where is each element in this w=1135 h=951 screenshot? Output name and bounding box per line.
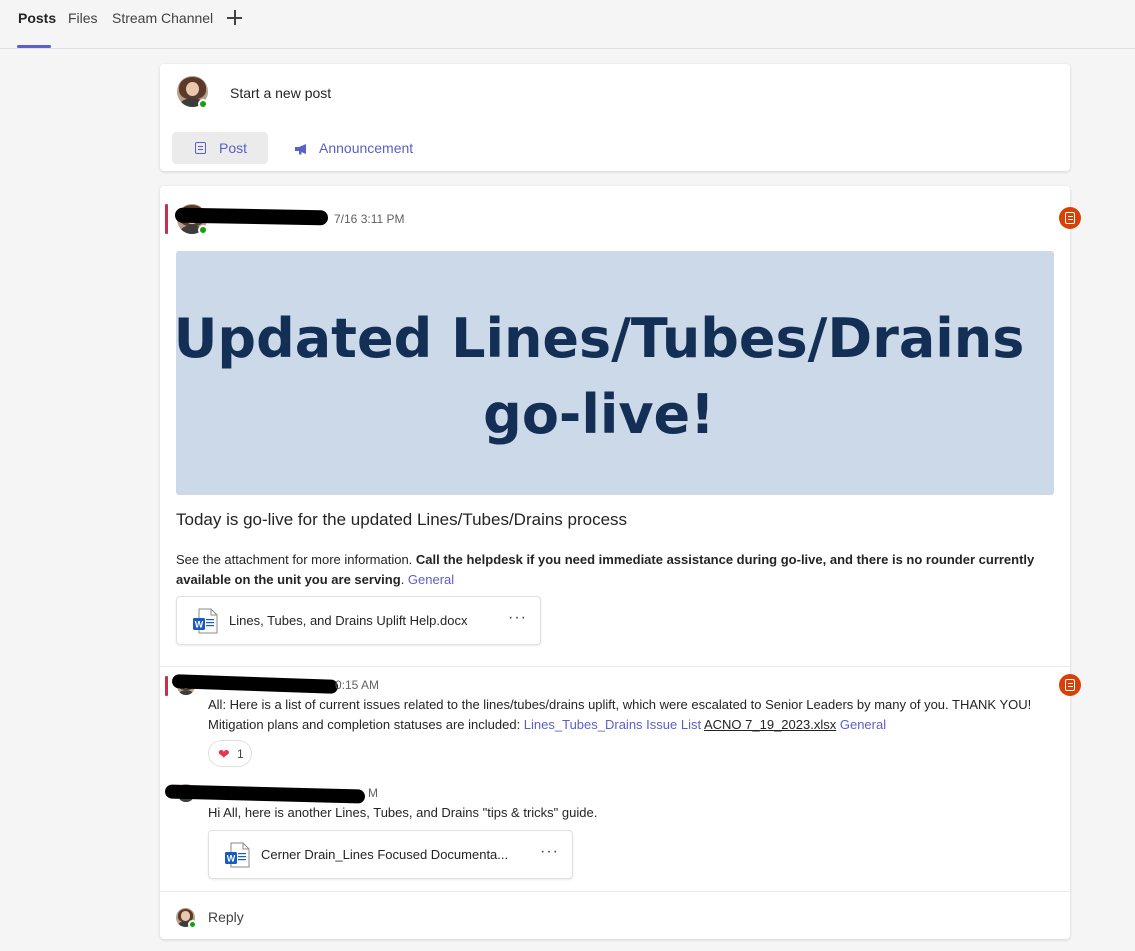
redacted-author-name (164, 784, 366, 804)
active-tab-indicator (17, 45, 51, 48)
tab-stream-channel[interactable]: Stream Channel (112, 10, 213, 26)
post-body-intro: See the attachment for more information. (176, 552, 416, 567)
presence-available-icon (198, 225, 208, 235)
redacted-author-name (171, 674, 339, 694)
channel-tag-general[interactable]: General (840, 717, 886, 732)
post-button[interactable]: Post (172, 132, 268, 164)
word-file-icon: W (193, 608, 218, 634)
tab-files[interactable]: Files (68, 10, 98, 26)
heart-reaction-button[interactable]: ❤ 1 (208, 740, 252, 767)
important-message-icon[interactable] (1059, 674, 1081, 696)
svg-text:W: W (227, 854, 236, 864)
new-post-card: Start a new post Post Announcement (160, 64, 1070, 171)
file-link-acno[interactable]: ACNO 7_19_2023.xlsx (704, 717, 836, 732)
post-subject: Today is go-live for the updated Lines/T… (176, 510, 628, 529)
reaction-count: 1 (237, 747, 244, 761)
reply-timestamp: 0:15 AM (335, 678, 380, 692)
channel-tag-general[interactable]: General (408, 572, 454, 587)
attachment-filename: Lines, Tubes, and Drains Uplift Help.doc… (229, 613, 468, 628)
attachment-filename: Cerner Drain_Lines Focused Documenta... (261, 847, 509, 862)
important-marker (165, 204, 168, 234)
attachment-card[interactable]: W Lines, Tubes, and Drains Uplift Help.d… (176, 596, 541, 645)
post-body-end: . (400, 572, 408, 587)
post-thread-card: 7/16 3:11 PM Updated Lines/Tubes/Drains … (160, 186, 1081, 939)
start-new-post-prompt[interactable]: Start a new post (230, 85, 331, 101)
redacted-author-name (174, 207, 329, 226)
reply-button[interactable]: Reply (160, 891, 1070, 939)
more-options-icon[interactable]: ··· (508, 609, 527, 627)
reply-label: Reply (208, 909, 244, 925)
banner-title: Updated Lines/Tubes/Drains go-live! (173, 307, 1025, 446)
post-timestamp: 7/16 3:11 PM (334, 212, 405, 226)
post-body: See the attachment for more information.… (176, 550, 1056, 590)
post-button-label: Post (219, 140, 248, 156)
post-icon (195, 142, 206, 154)
more-options-icon[interactable]: ··· (540, 843, 559, 861)
reply-body: All: Here is a list of current issues re… (208, 695, 1058, 735)
reply-body-text: Hi All, here is another Lines, Tubes, an… (208, 805, 598, 820)
presence-available-icon (188, 920, 197, 929)
important-message-icon[interactable] (1059, 207, 1081, 229)
channel-tab-bar: Posts Files Stream Channel (0, 0, 1135, 49)
presence-available-icon (198, 99, 208, 109)
svg-text:W: W (195, 620, 204, 630)
heart-icon: ❤ (218, 746, 230, 762)
word-file-icon: W (225, 842, 250, 868)
announcement-button-label: Announcement (319, 140, 414, 156)
announcement-button[interactable]: Announcement (290, 132, 430, 164)
megaphone-icon (295, 144, 306, 155)
important-marker (165, 676, 168, 696)
add-tab-plus-icon[interactable] (225, 6, 245, 30)
tab-posts[interactable]: Posts (18, 10, 56, 26)
divider (160, 666, 1070, 667)
attachment-card[interactable]: W Cerner Drain_Lines Focused Documenta..… (208, 830, 573, 879)
file-link-issue-list[interactable]: Lines_Tubes_Drains Issue List (524, 717, 701, 732)
reply-timestamp: M (368, 786, 378, 800)
